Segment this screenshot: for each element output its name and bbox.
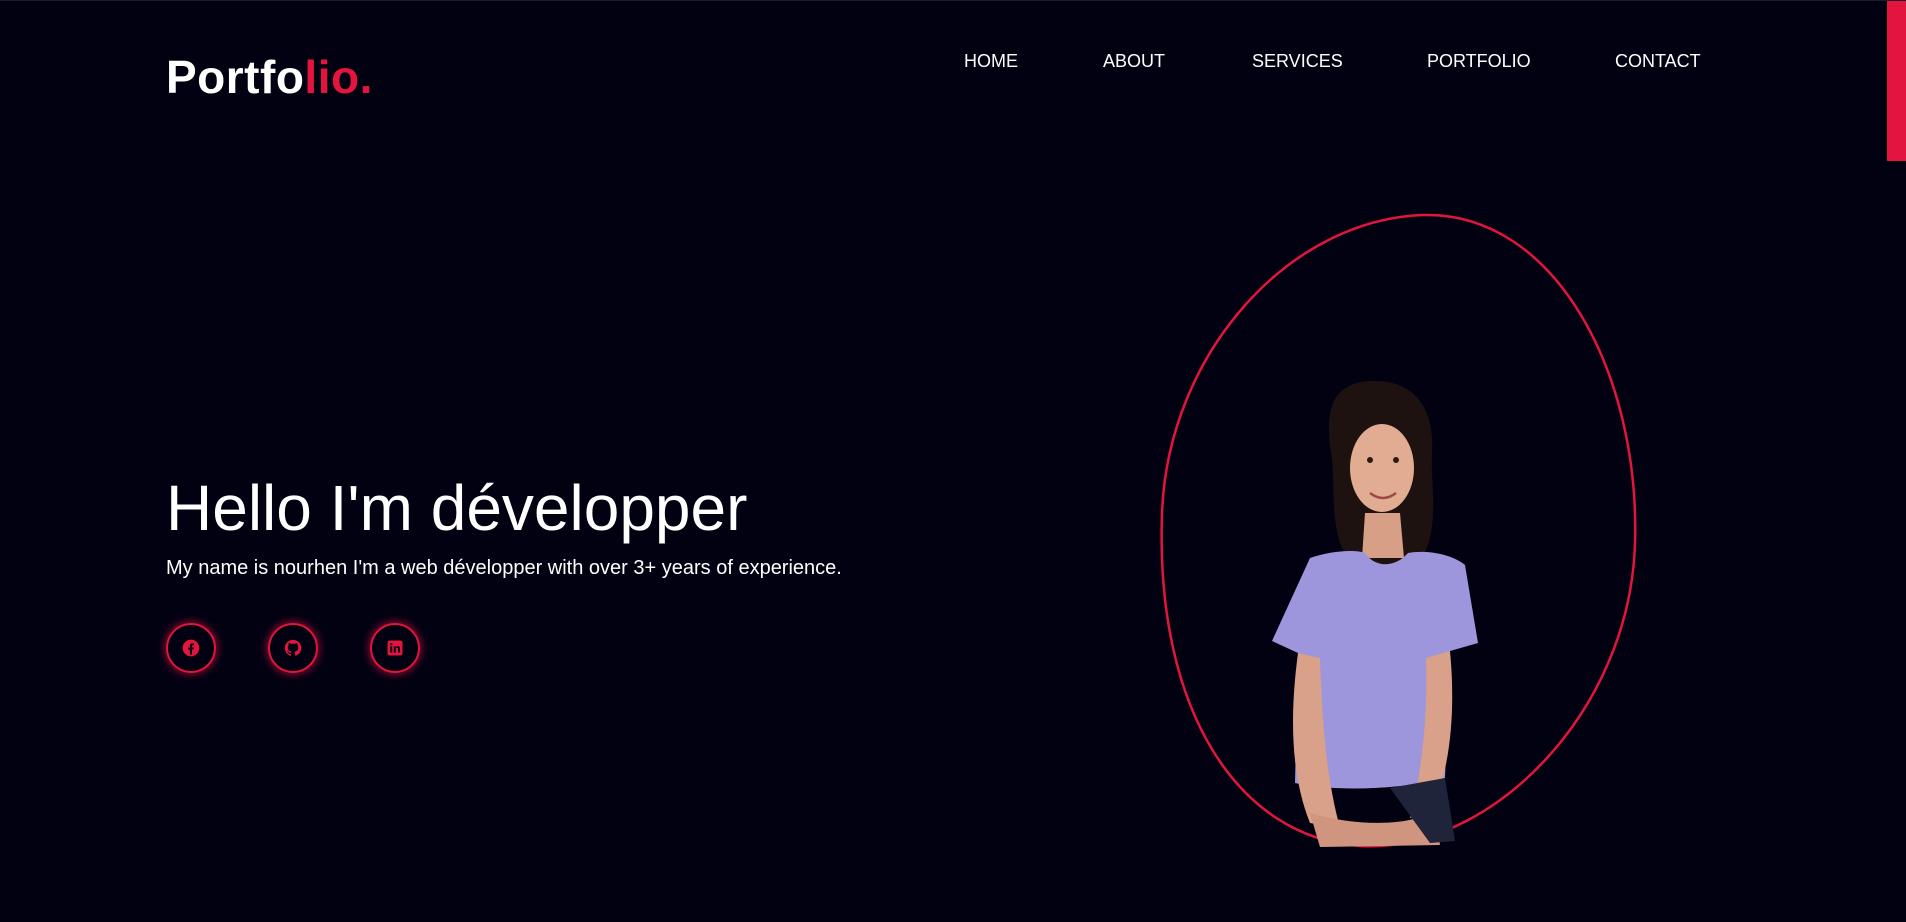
page: Portfolio. HOME ABOUT SERVICES PORTFOLIO… [0, 0, 1906, 922]
github-icon [284, 639, 302, 656]
nav-link-services[interactable]: SERVICES [1252, 49, 1343, 73]
hero-title: Hello I'm développer [166, 472, 748, 544]
facebook-icon [182, 639, 200, 657]
scrollbar[interactable] [1887, 1, 1906, 922]
profile-portrait [1160, 213, 1640, 849]
linkedin-button[interactable] [370, 623, 420, 673]
facebook-button[interactable] [166, 623, 216, 673]
person-figure [1272, 381, 1478, 847]
nav-link-portfolio[interactable]: PORTFOLIO [1427, 49, 1531, 73]
github-button[interactable] [268, 623, 318, 673]
nav-link-about[interactable]: ABOUT [1103, 49, 1165, 73]
scrollbar-thumb[interactable] [1887, 1, 1906, 161]
hero-subtitle: My name is nourhen I'm a web développer … [166, 557, 842, 579]
linkedin-icon [387, 640, 403, 656]
portrait-graphic [1160, 213, 1637, 848]
nav-link-contact[interactable]: CONTACT [1615, 49, 1701, 73]
nav-link-home[interactable]: HOME [964, 49, 1018, 73]
social-links [166, 623, 466, 675]
main-nav: HOME ABOUT SERVICES PORTFOLIO CONTACT [0, 49, 1906, 73]
